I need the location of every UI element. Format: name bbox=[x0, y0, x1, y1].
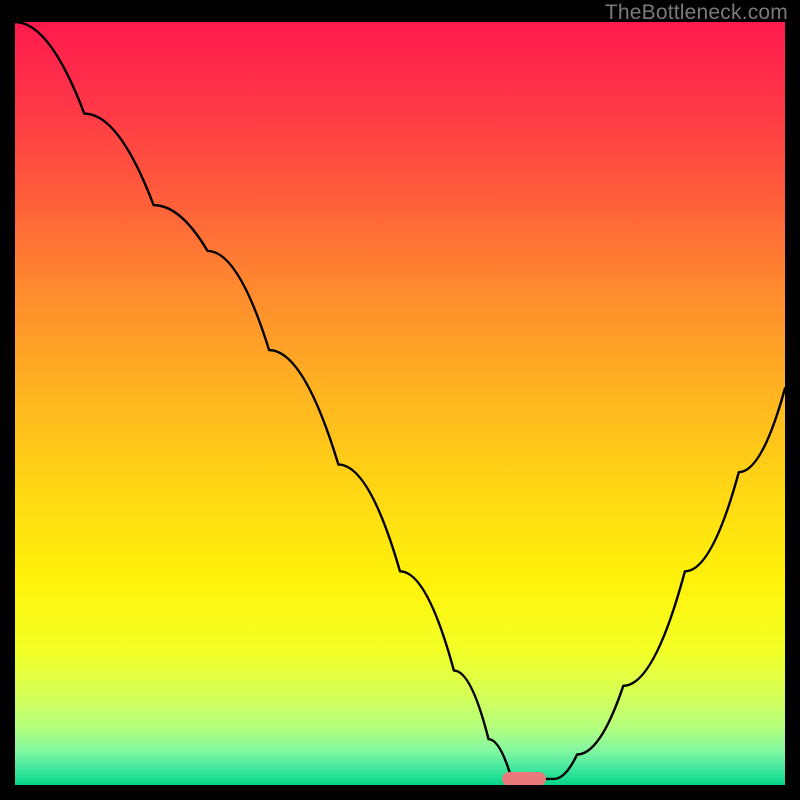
optimum-marker bbox=[502, 772, 547, 785]
plot-area bbox=[15, 22, 785, 785]
bottleneck-curve bbox=[15, 22, 785, 785]
chart-frame: TheBottleneck.com bbox=[0, 0, 800, 800]
watermark-text: TheBottleneck.com bbox=[605, 1, 788, 25]
